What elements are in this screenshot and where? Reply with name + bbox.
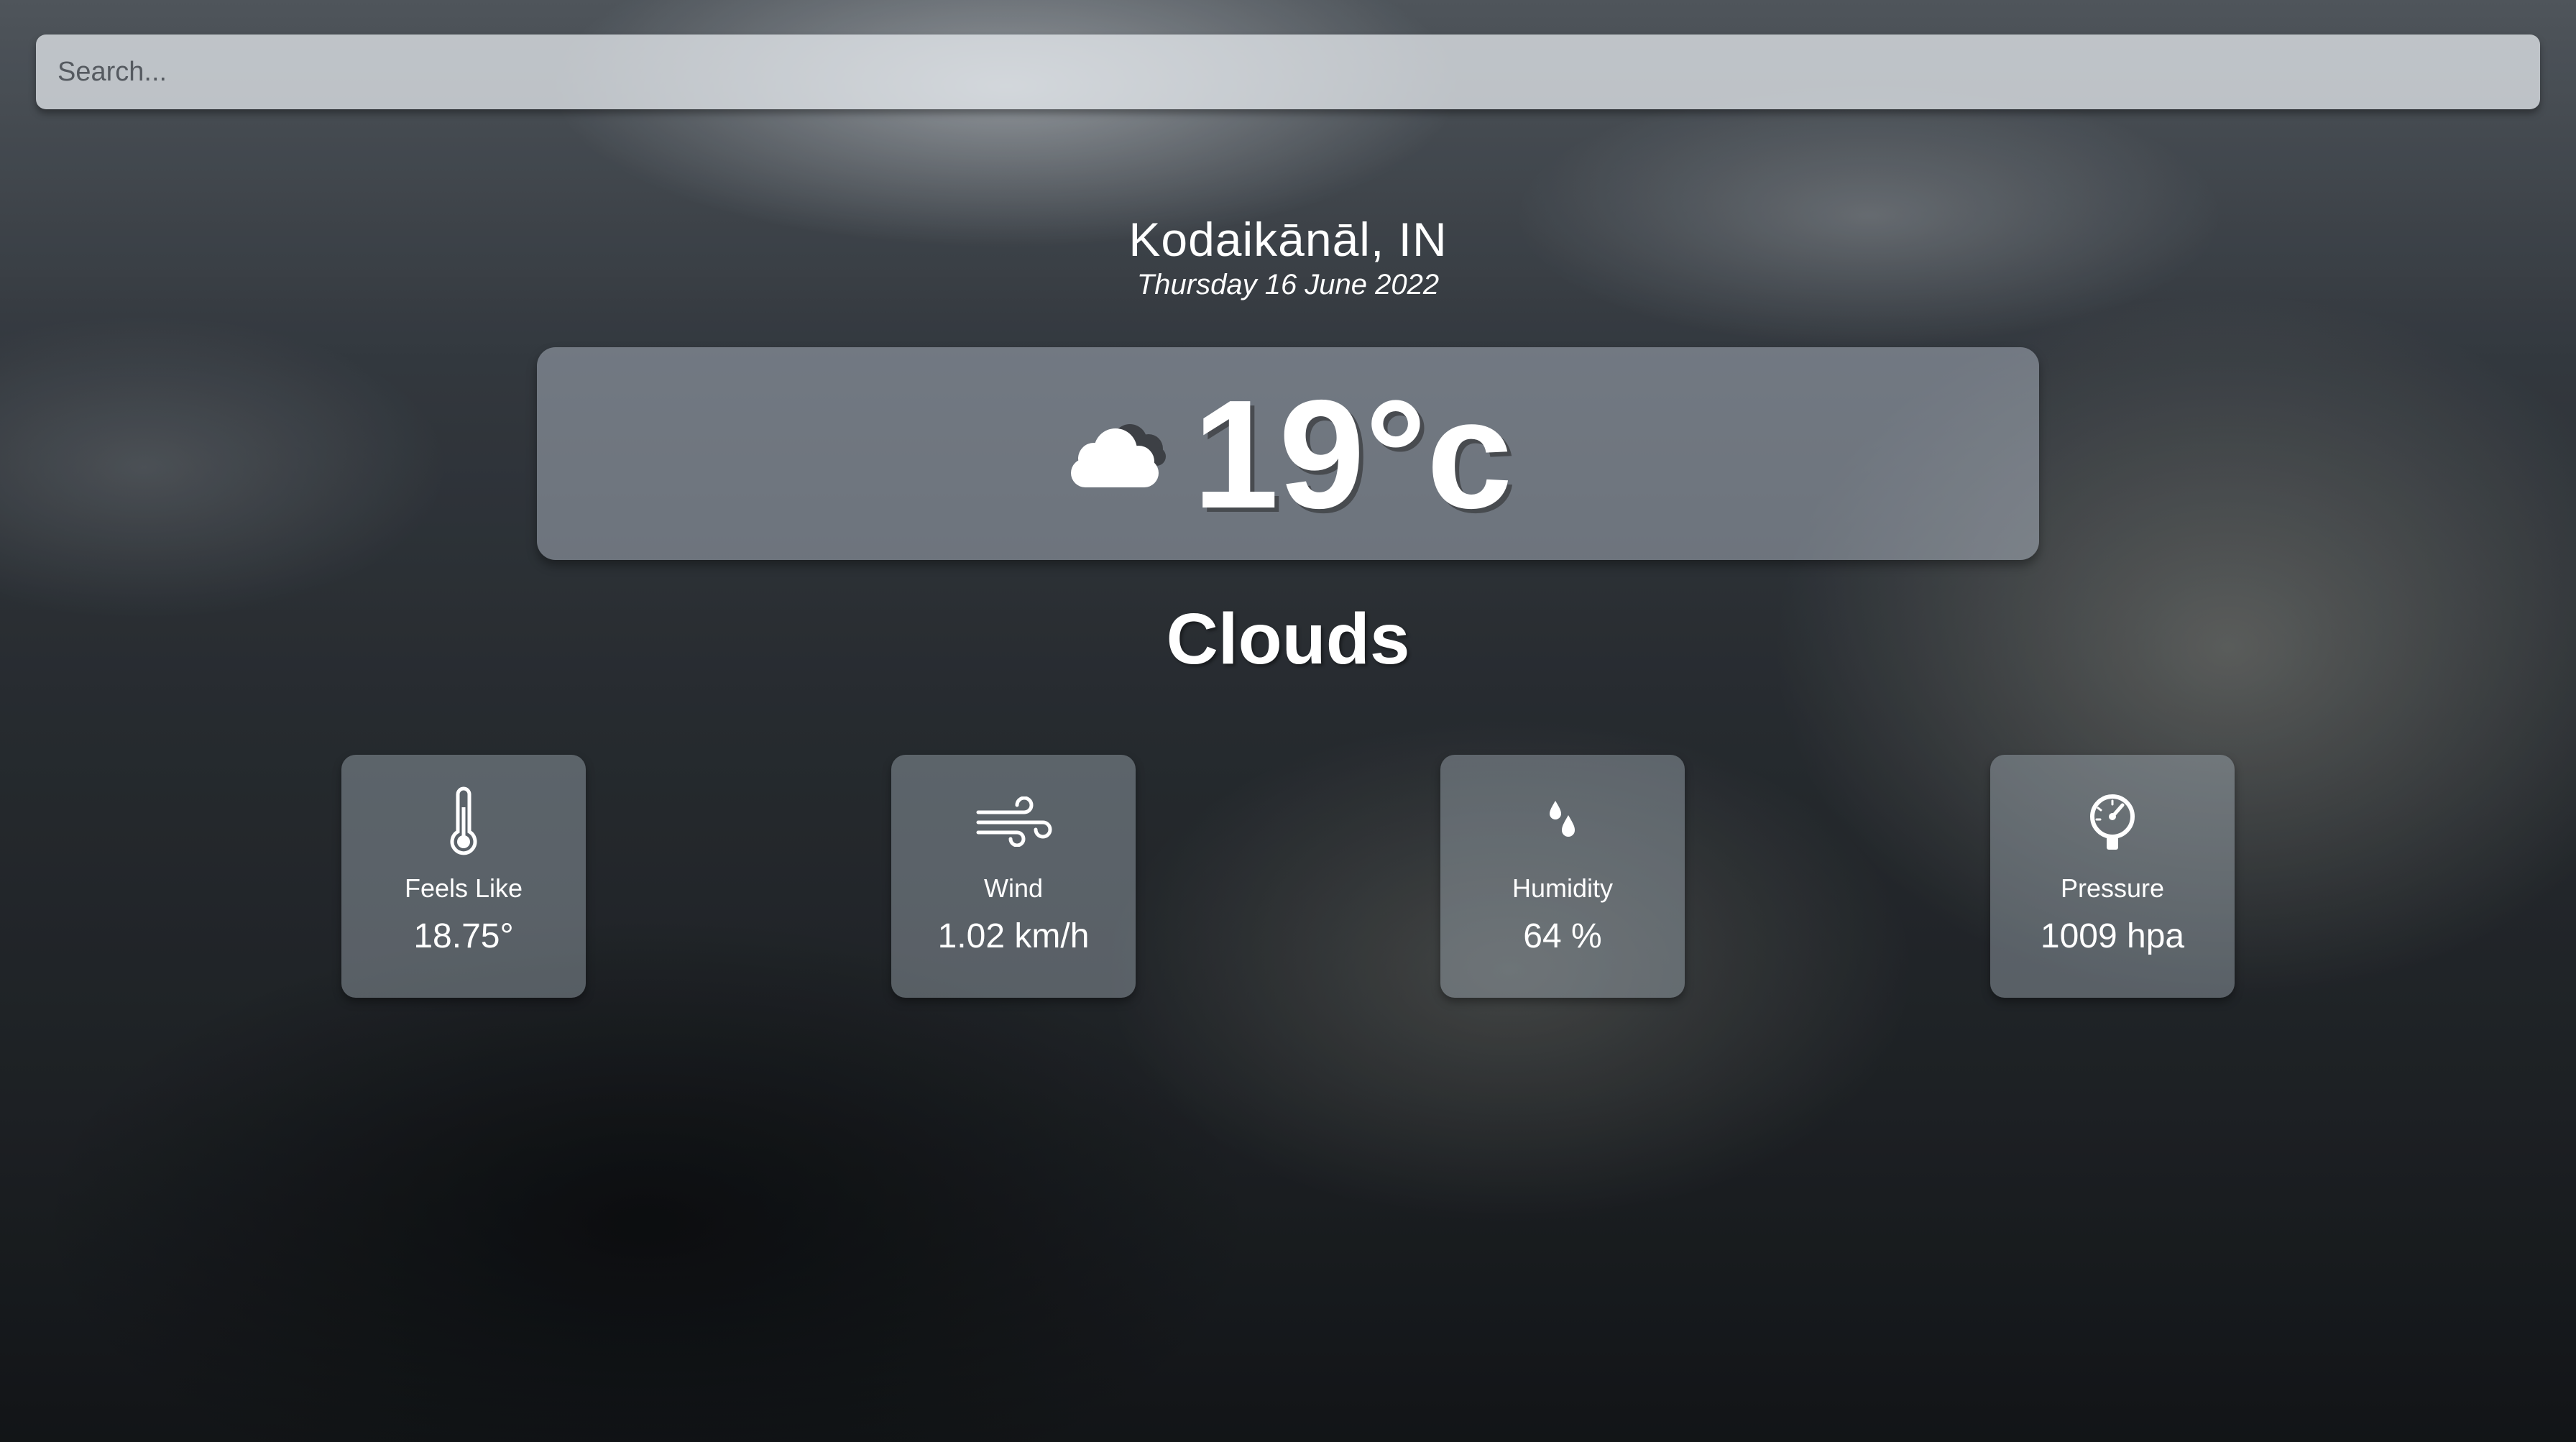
weather-app: Kodaikānāl, IN Thursday 16 June 2022 19°… (0, 0, 2576, 1442)
stat-card-humidity: Humidity 64 % (1440, 755, 1685, 998)
cloud-icon (1070, 424, 1166, 487)
stat-value: 64 % (1523, 917, 1602, 955)
search-bar (36, 35, 2540, 109)
wind-icon (976, 796, 1052, 847)
location-name: Kodaikānāl, IN (1128, 213, 1448, 266)
pressure-gauge-icon (2090, 794, 2135, 850)
temperature-display: 19°c (1064, 367, 1513, 541)
stat-label: Wind (983, 873, 1044, 903)
thermometer-icon (450, 786, 477, 855)
weather-condition: Clouds (1166, 599, 1410, 679)
stat-value: 18.75° (413, 917, 514, 955)
stat-label: Feels Like (404, 873, 523, 903)
temperature-card: 19°c (537, 347, 2039, 560)
search-input[interactable] (36, 35, 2540, 109)
stat-card-wind: Wind 1.02 km/h (891, 755, 1136, 998)
current-date: Thursday 16 June 2022 (1136, 269, 1440, 300)
stat-label: Humidity (1512, 873, 1614, 903)
temperature-value: 19°c (1192, 367, 1513, 541)
stat-value: 1009 hpa (2040, 917, 2185, 955)
stat-card-pressure: Pressure 1009 hpa (1990, 755, 2235, 998)
stat-value: 1.02 km/h (937, 917, 1090, 955)
stat-label: Pressure (2060, 873, 2165, 903)
stat-card-feels-like: Feels Like 18.75° (341, 755, 586, 998)
humidity-icon (1550, 801, 1575, 837)
